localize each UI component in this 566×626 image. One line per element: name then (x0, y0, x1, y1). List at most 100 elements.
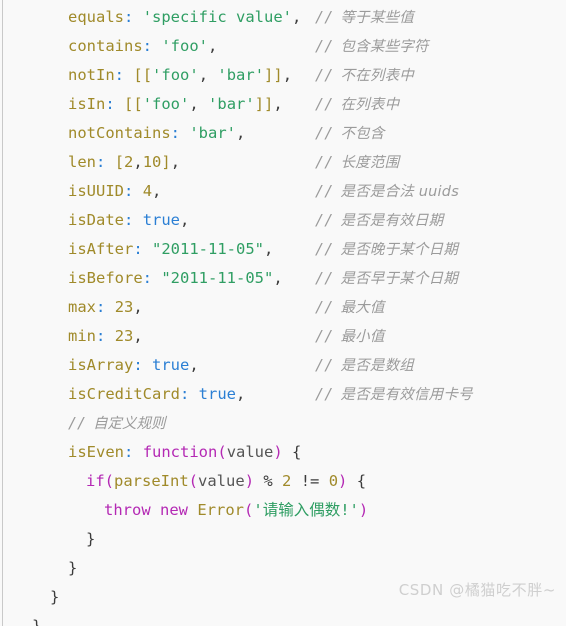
code-line: contains: 'foo', // 包含某些字符 (0, 32, 566, 61)
code-comment: // 是否是有效信用卡号 (315, 380, 473, 410)
token-fn: parseInt (114, 472, 189, 490)
token-str: 'bar' (217, 66, 265, 84)
code-line: throw new Error('请输入偶数!') (0, 496, 566, 525)
comment-text: 在列表中 (340, 97, 400, 113)
token-str: 'foo' (152, 66, 199, 84)
code-line-text: isIn: [['foo', 'bar']], (0, 90, 283, 119)
code-line: // 自定义规则 (0, 409, 566, 438)
token-colon: : (142, 37, 152, 55)
token-paren: ) (273, 443, 283, 461)
token-prop: notContains (68, 124, 171, 142)
code-line-text: min: 23, (0, 322, 143, 351)
code-line-text: notIn: [['foo', 'bar']], (0, 61, 292, 90)
token-punc: , (133, 327, 143, 345)
token-str: "2011-11-05" (161, 269, 274, 287)
comment-slashes: // (315, 269, 334, 287)
code-comment: // 等于某些值 (315, 3, 414, 33)
code-line-text: isUUID: 4, (0, 177, 161, 206)
code-comment: // 包含某些字符 (315, 32, 429, 62)
token-bool: true (142, 211, 181, 229)
code-comment: // 最大值 (315, 293, 385, 323)
token-prop: isArray (68, 356, 134, 374)
token-colon: : (142, 269, 152, 287)
comment-slashes: // (315, 124, 334, 142)
token-brk: [ (114, 153, 125, 171)
comment-slashes: // (315, 37, 334, 55)
code-line: equals: 'specific value', // 等于某些值 (0, 3, 566, 32)
code-line: len: [2,10],//长度范围 (0, 148, 566, 177)
token-colon: : (114, 66, 125, 84)
code-comment: // 是否是合法 uuids (315, 177, 459, 207)
comment-text: 长度范围 (340, 155, 400, 171)
comment-slashes: // (315, 240, 334, 258)
token-punc: , (208, 37, 218, 55)
token-paren: ( (217, 443, 227, 461)
token-punc: , (198, 66, 218, 84)
token-colon: : (124, 211, 134, 229)
token-str: 'bar' (189, 124, 237, 142)
token-prop: isCreditCard (68, 385, 180, 403)
token-punc: , (264, 240, 274, 258)
comment-slashes: // (315, 385, 334, 403)
code-line: } (0, 612, 566, 626)
comment-text: 不在列表中 (340, 68, 414, 84)
token-str: 'foo' (161, 37, 209, 55)
comment-text: 最大值 (340, 300, 385, 316)
token-bool: true (198, 385, 236, 403)
token-colon: : (96, 153, 106, 171)
token-prop: len (68, 153, 96, 171)
token-id: value (226, 443, 274, 461)
code-line: isDate: true, // 是否是有效日期 (0, 206, 566, 235)
token-colon: : (179, 385, 190, 403)
token-op: % (254, 472, 283, 490)
token-str: '请输入偶数!' (253, 501, 359, 519)
token-op: != (291, 472, 329, 490)
code-line: min: 23, // 最小值 (0, 322, 566, 351)
token-punc: , (133, 153, 143, 171)
code-comment: // 最小值 (315, 322, 385, 352)
token-prop: isAfter (68, 240, 134, 258)
code-line: notContains: 'bar', // 不包含 (0, 119, 566, 148)
token-brk: ]] (254, 95, 274, 113)
token-punc: { (282, 443, 302, 461)
token-kw: if (86, 472, 105, 490)
comment-text: 是否晚于某个日期 (340, 242, 459, 258)
token-colon: : (96, 327, 106, 345)
token-colon: : (96, 298, 106, 316)
token-punc: , (189, 95, 209, 113)
token-punc: , (236, 385, 246, 403)
token-num: 23 (114, 298, 134, 316)
token-punc: , (133, 298, 143, 316)
token-colon: : (133, 240, 143, 258)
token-punc: , (273, 269, 283, 287)
token-str: 'bar' (208, 95, 255, 113)
code-line-text: contains: 'foo', (0, 32, 217, 61)
token-colon: : (124, 8, 134, 26)
token-kw: new (160, 501, 189, 519)
code-comment: // 不包含 (315, 119, 385, 149)
token-num: 4 (142, 182, 153, 200)
code-comment: // 自定义规则 (68, 414, 166, 432)
token-punc: } (86, 530, 96, 548)
comment-slashes: // (315, 153, 334, 171)
comment-text: 是否是有效信用卡号 (340, 387, 473, 403)
code-line-text: throw new Error('请输入偶数!') (0, 496, 368, 525)
token-paren: ( (188, 472, 199, 490)
token-kw: throw (104, 501, 151, 519)
comment-text: 是否早于某个日期 (340, 271, 459, 287)
token-punc: , (273, 95, 283, 113)
comment-text: 是否是有效日期 (340, 213, 444, 229)
token-colon: : (124, 443, 134, 461)
token-punc: , (292, 8, 302, 26)
code-comment: // 在列表中 (315, 90, 399, 120)
code-line: } (0, 525, 566, 554)
token-num: 2 (282, 472, 292, 490)
comment-text: 是否是合法 uuids (340, 184, 459, 200)
token-kw: function (142, 443, 218, 461)
token-str: 'specific value' (142, 8, 292, 26)
token-paren: ( (244, 501, 254, 519)
comment-text: 不包含 (340, 126, 385, 142)
comment-slashes: // (315, 211, 334, 229)
token-prop: isUUID (68, 182, 124, 200)
token-paren: ) (244, 472, 255, 490)
